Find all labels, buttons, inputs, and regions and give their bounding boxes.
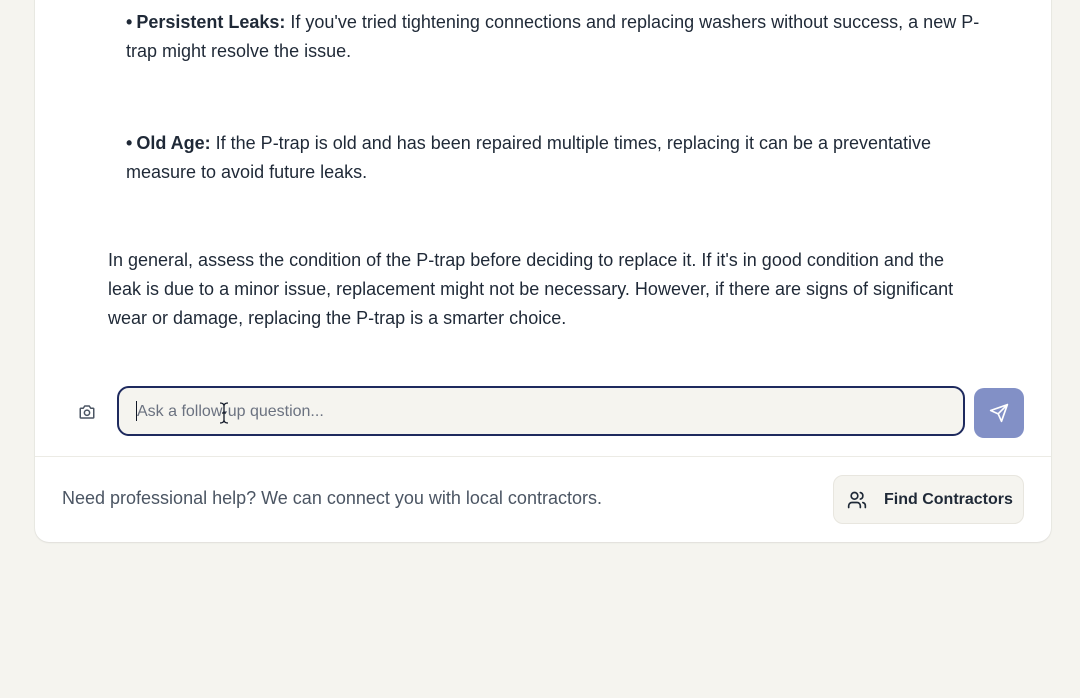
bullet-title: Persistent Leaks: [136, 12, 286, 32]
follow-up-field[interactable] [117, 386, 965, 436]
follow-up-input[interactable] [135, 388, 949, 436]
text-caret [136, 401, 137, 421]
bullet-text: If the P-trap is old and has been repair… [126, 133, 932, 182]
find-contractors-button[interactable]: Find Contractors [833, 475, 1024, 524]
send-icon [989, 403, 1009, 423]
users-icon [847, 490, 867, 510]
footer-divider [35, 456, 1051, 457]
summary-paragraph: In general, assess the condition of the … [108, 250, 954, 328]
bullet-marker: • [126, 133, 133, 153]
bullet-title: Old Age: [136, 133, 211, 153]
bullet-marker: • [126, 12, 133, 32]
help-text: Need professional help? We can connect y… [62, 488, 602, 508]
list-item: • Old Age: If the P-trap is old and has b… [126, 129, 986, 187]
camera-button[interactable] [75, 400, 99, 424]
chat-card: • Persistent Leaks: If you've tried tight… [35, 0, 1051, 542]
text-cursor-icon [219, 402, 229, 424]
send-button[interactable] [974, 388, 1024, 438]
camera-icon [79, 405, 95, 419]
find-contractors-label: Find Contractors [884, 490, 1013, 508]
list-item: • Persistent Leaks: If you've tried tight… [126, 8, 986, 66]
